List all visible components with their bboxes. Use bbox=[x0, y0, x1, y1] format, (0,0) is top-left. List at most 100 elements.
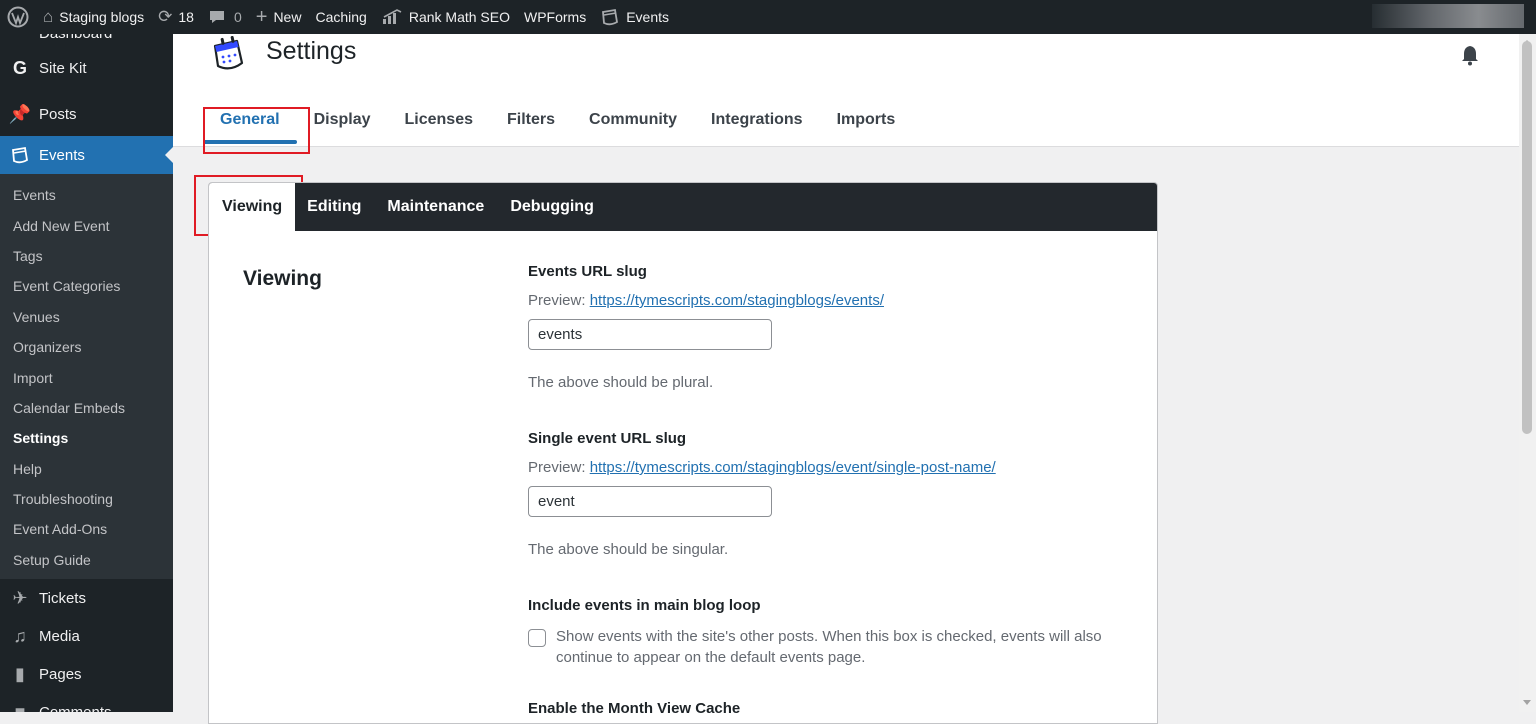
submenu-venues[interactable]: Venues bbox=[0, 302, 173, 332]
events-calendar-icon bbox=[12, 146, 28, 164]
sidebar-item-posts[interactable]: 📌 Posts bbox=[0, 92, 173, 136]
subtab-editing[interactable]: Editing bbox=[295, 183, 374, 231]
submenu-event-add-ons[interactable]: Event Add-Ons bbox=[0, 514, 173, 544]
tab-integrations-label: Integrations bbox=[711, 111, 803, 128]
user-account-menu[interactable] bbox=[1372, 4, 1524, 28]
sidebar-item-tickets[interactable]: ✈ Tickets bbox=[0, 579, 173, 617]
submenu-organizers[interactable]: Organizers bbox=[0, 332, 173, 362]
sidebar-item-tickets-label: Tickets bbox=[39, 589, 86, 607]
comments-count: 0 bbox=[233, 9, 242, 25]
tab-filters[interactable]: Filters bbox=[490, 96, 572, 144]
comment-bubble-icon bbox=[209, 11, 224, 23]
tickets-icon: ✈ bbox=[12, 587, 28, 608]
updates-icon: ⟳ bbox=[158, 7, 173, 26]
settings-header: Settings General Display Licenses Filter… bbox=[173, 34, 1519, 147]
submenu-organizers-label: Organizers bbox=[13, 339, 82, 356]
sidebar-item-media-label: Media bbox=[39, 627, 80, 645]
updates-menu[interactable]: ⟳ 18 bbox=[151, 0, 201, 34]
tab-imports[interactable]: Imports bbox=[820, 96, 913, 144]
media-icon: ♫ bbox=[13, 625, 27, 646]
submenu-troubleshooting[interactable]: Troubleshooting bbox=[0, 484, 173, 514]
submenu-import-label: Import bbox=[13, 369, 53, 386]
submenu-calendar-embeds-label: Calendar Embeds bbox=[13, 399, 126, 416]
sidebar-item-dashboard[interactable]: Dashboard bbox=[0, 34, 173, 44]
main-tab-bar: General Display Licenses Filters Communi… bbox=[203, 96, 912, 146]
single-slug-help: The above should be singular. bbox=[528, 541, 729, 558]
events-submenu: Events Add New Event Tags Event Categori… bbox=[0, 174, 173, 580]
sidebar-item-events-label: Events bbox=[39, 146, 85, 164]
sidebar-item-media[interactable]: ♫ Media bbox=[0, 617, 173, 655]
submenu-calendar-embeds[interactable]: Calendar Embeds bbox=[0, 393, 173, 423]
rank-math-label: Rank Math SEO bbox=[408, 9, 510, 25]
submenu-venues-label: Venues bbox=[13, 308, 60, 325]
single-slug-input[interactable] bbox=[528, 486, 772, 517]
events-slug-preview-prefix: Preview: bbox=[528, 292, 590, 309]
notification-bell-icon[interactable] bbox=[1461, 44, 1479, 66]
submenu-tags[interactable]: Tags bbox=[0, 241, 173, 271]
wordpress-logo-menu[interactable] bbox=[0, 0, 36, 34]
blog-loop-label: Include events in main blog loop bbox=[528, 597, 761, 614]
updates-count: 18 bbox=[178, 9, 194, 25]
google-g-icon: G bbox=[12, 57, 27, 78]
month-cache-label: Enable the Month View Cache bbox=[528, 700, 741, 717]
tab-licenses-label: Licenses bbox=[404, 111, 473, 128]
tab-display[interactable]: Display bbox=[297, 96, 388, 144]
tab-imports-label: Imports bbox=[836, 111, 896, 128]
subtab-viewing[interactable]: Viewing bbox=[209, 183, 296, 231]
new-label: New bbox=[273, 9, 302, 25]
sidebar-item-events[interactable]: Events bbox=[0, 136, 173, 174]
main-content: Settings General Display Licenses Filter… bbox=[173, 34, 1519, 724]
caching-label: Caching bbox=[315, 9, 367, 25]
events-slug-preview-link[interactable]: https://tymescripts.com/stagingblogs/eve… bbox=[590, 292, 884, 309]
rank-math-menu[interactable]: Rank Math SEO bbox=[374, 0, 517, 34]
sub-tab-bar: Viewing Editing Maintenance Debugging bbox=[209, 183, 1157, 231]
submenu-events-label: Events bbox=[13, 187, 56, 204]
home-icon: ⌂ bbox=[43, 7, 54, 26]
submenu-event-add-ons-label: Event Add-Ons bbox=[13, 521, 108, 538]
events-adminbar-menu[interactable]: Events bbox=[593, 0, 676, 34]
tab-community[interactable]: Community bbox=[572, 96, 694, 144]
tab-integrations[interactable]: Integrations bbox=[694, 96, 820, 144]
section-title: Viewing bbox=[243, 267, 322, 290]
tab-general[interactable]: General bbox=[203, 96, 297, 144]
comments-menu[interactable]: 0 bbox=[201, 0, 249, 34]
blog-loop-checkbox[interactable] bbox=[528, 629, 546, 647]
pages-icon: ▮ bbox=[15, 663, 25, 684]
events-calendar-logo-icon bbox=[213, 36, 244, 70]
sidebar-item-site-kit[interactable]: G Site Kit bbox=[0, 44, 173, 92]
single-slug-preview: Preview: https://tymescripts.com/staging… bbox=[528, 459, 1128, 476]
scrollbar-thumb[interactable] bbox=[1522, 41, 1532, 434]
tab-licenses[interactable]: Licenses bbox=[388, 96, 490, 144]
blog-loop-field: Include events in main blog loop Show ev… bbox=[528, 597, 1128, 668]
submenu-help[interactable]: Help bbox=[0, 454, 173, 484]
sidebar-item-pages[interactable]: ▮ Pages bbox=[0, 655, 173, 693]
submenu-add-new-event[interactable]: Add New Event bbox=[0, 210, 173, 240]
wpforms-menu[interactable]: WPForms bbox=[517, 0, 593, 34]
sidebar-item-posts-label: Posts bbox=[39, 105, 77, 123]
subtab-maintenance[interactable]: Maintenance bbox=[374, 183, 497, 231]
submenu-help-label: Help bbox=[13, 460, 42, 477]
site-name-menu[interactable]: ⌂ Staging blogs bbox=[36, 0, 151, 34]
new-content-menu[interactable]: + New bbox=[249, 0, 309, 34]
events-slug-label: Events URL slug bbox=[528, 263, 647, 280]
subtab-maintenance-label: Maintenance bbox=[387, 198, 485, 215]
scroll-down-arrow-icon[interactable] bbox=[1523, 700, 1531, 709]
submenu-settings-label: Settings bbox=[13, 430, 69, 447]
submenu-event-categories[interactable]: Event Categories bbox=[0, 271, 173, 301]
events-adminbar-label: Events bbox=[626, 9, 670, 25]
single-slug-preview-link[interactable]: https://tymescripts.com/stagingblogs/eve… bbox=[590, 459, 996, 476]
blog-loop-description: Show events with the site's other posts.… bbox=[556, 628, 1102, 666]
admin-bar: ⌂ Staging blogs ⟳ 18 0 + New Caching Ran… bbox=[0, 0, 1536, 34]
events-slug-preview: Preview: https://tymescripts.com/staging… bbox=[528, 292, 1128, 309]
submenu-events[interactable]: Events bbox=[0, 180, 173, 210]
events-slug-input[interactable] bbox=[528, 319, 772, 350]
sidebar-item-comments[interactable]: ■ Comments bbox=[0, 693, 173, 712]
subtab-debugging[interactable]: Debugging bbox=[497, 183, 607, 231]
events-slug-field: Events URL slug Preview: https://tymescr… bbox=[528, 263, 1128, 391]
page-scrollbar[interactable] bbox=[1519, 34, 1536, 712]
caching-menu[interactable]: Caching bbox=[308, 0, 373, 34]
sidebar-item-dashboard-label: Dashboard bbox=[39, 34, 112, 42]
submenu-setup-guide[interactable]: Setup Guide bbox=[0, 545, 173, 575]
submenu-settings[interactable]: Settings bbox=[0, 423, 173, 453]
submenu-import[interactable]: Import bbox=[0, 362, 173, 392]
